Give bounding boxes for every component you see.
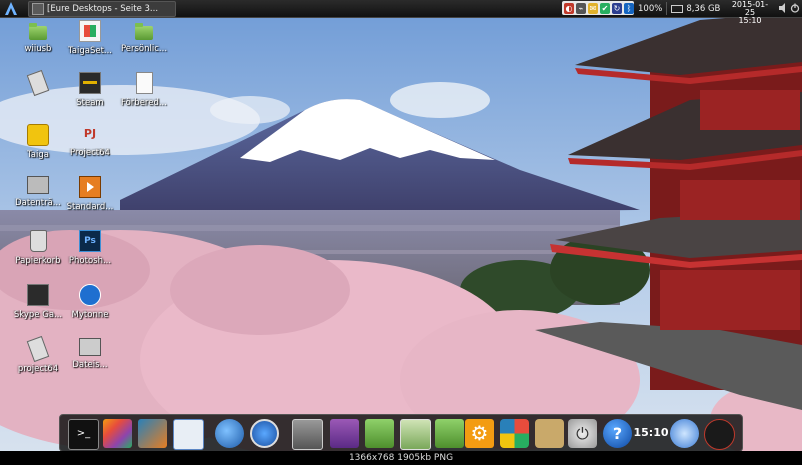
desktop-icon-wiiusb[interactable]: wiiusb bbox=[10, 20, 66, 54]
drive-icon bbox=[27, 176, 49, 194]
windows-installer-icon bbox=[79, 20, 101, 42]
desktop-icon-label: Photosh... bbox=[68, 256, 112, 266]
folder-icon bbox=[29, 23, 47, 40]
desktop-icon-label: Standard... bbox=[66, 202, 114, 212]
volume-icon[interactable] bbox=[778, 3, 788, 13]
desktop-icon-label: Datenträ... bbox=[15, 198, 61, 208]
power-icon[interactable] bbox=[790, 3, 800, 13]
download-manager-icon[interactable] bbox=[292, 419, 323, 450]
desktop-screen: [Eure Desktops - Seite 3... ◐ ⌁ ✉ ✔ ↻ ᛒ … bbox=[0, 0, 802, 465]
project64-icon: PJ bbox=[83, 127, 97, 140]
photoshop-icon: Ps bbox=[79, 230, 101, 252]
usb-drive-icon bbox=[26, 69, 50, 97]
usb-drive-icon bbox=[26, 335, 50, 363]
drive-icon bbox=[79, 338, 101, 356]
desktop-icon-label: Skype Ga... bbox=[13, 310, 63, 320]
desktop-icon-project64[interactable]: PJ Project64 bbox=[62, 124, 118, 158]
panel-clock[interactable]: 2015-01-25 15:10 bbox=[727, 0, 773, 25]
image-caption: 1366x768 1905kb PNG bbox=[0, 451, 802, 465]
audio-player-icon[interactable] bbox=[330, 419, 359, 448]
desktop-icon-label: project64 bbox=[17, 364, 59, 374]
desktop-icon-drive[interactable]: Datenträ... bbox=[10, 176, 66, 208]
network-globe-icon[interactable] bbox=[215, 419, 244, 448]
chat-icon[interactable]: ✉ bbox=[588, 2, 598, 14]
status-area: 100% 8,36 GB bbox=[638, 0, 720, 17]
skype-game-icon bbox=[27, 284, 49, 306]
windows-icon[interactable] bbox=[500, 419, 529, 448]
desktop-icon-mytonne[interactable]: Mytonne bbox=[62, 284, 118, 320]
network-icon[interactable]: ⌁ bbox=[576, 2, 586, 14]
image-viewer-icon[interactable] bbox=[138, 419, 167, 448]
update-manager-icon[interactable] bbox=[250, 419, 279, 448]
desktop-icon-label: Steam bbox=[76, 98, 104, 108]
text-document-icon bbox=[135, 72, 153, 94]
browser-icon[interactable] bbox=[670, 419, 699, 448]
bluetooth-icon[interactable]: ᛒ bbox=[624, 2, 634, 14]
trash-icon bbox=[29, 230, 47, 252]
help-icon[interactable]: ? bbox=[603, 419, 632, 448]
desktop-icon-usb[interactable] bbox=[10, 69, 66, 98]
desktop-icon-personal[interactable]: Persönlic... bbox=[116, 20, 172, 54]
desktop-icon-dateis[interactable]: Dateis... bbox=[62, 338, 118, 370]
desktop-icon-document[interactable]: Förbered... bbox=[116, 72, 172, 108]
clock-app-icon[interactable] bbox=[535, 419, 564, 448]
desktop-icon-label: Förbered... bbox=[121, 98, 167, 108]
folder-icon[interactable] bbox=[435, 419, 464, 448]
panel-time: 15:10 bbox=[738, 16, 762, 25]
system-tray: ◐ ⌁ ✉ ✔ ↻ ᛒ bbox=[562, 1, 634, 15]
taskbar-window-button[interactable]: [Eure Desktops - Seite 3... bbox=[28, 1, 176, 17]
media-player-icon bbox=[79, 176, 101, 198]
text-editor-icon[interactable] bbox=[400, 419, 431, 450]
dock-clock[interactable]: 15:10 bbox=[633, 415, 669, 451]
desktop-icon-skype-game[interactable]: Skype Ga... bbox=[10, 284, 66, 320]
desktop-icon-label: Papierkorb bbox=[15, 256, 61, 266]
desktop-icon-label: Mytonne bbox=[71, 310, 109, 320]
desktop-icon-taiga[interactable]: Taiga bbox=[10, 124, 66, 160]
desktop-icon-label: Taiga bbox=[27, 150, 49, 160]
system-monitor-icon[interactable] bbox=[704, 419, 735, 450]
desktop-icon-label: TaigaSet... bbox=[67, 46, 113, 56]
paint-icon[interactable] bbox=[103, 419, 132, 448]
desktop-icon-media-player[interactable]: Standard... bbox=[62, 176, 118, 212]
desktop-icon-label: Project64 bbox=[70, 148, 110, 158]
desktop-icon-label: Persönlic... bbox=[120, 44, 168, 54]
divider bbox=[666, 2, 668, 15]
window-title: [Eure Desktops - Seite 3... bbox=[47, 4, 159, 14]
settings-icon[interactable]: ⚙ bbox=[465, 419, 494, 448]
window-icon bbox=[32, 3, 44, 15]
top-panel: [Eure Desktops - Seite 3... ◐ ⌁ ✉ ✔ ↻ ᛒ … bbox=[0, 0, 802, 25]
desktop-icon-project64-usb[interactable]: project64 bbox=[10, 335, 66, 374]
taiga-icon bbox=[27, 124, 49, 146]
folder-icon bbox=[135, 23, 153, 40]
desktop-wallpaper bbox=[0, 0, 802, 465]
disk-free[interactable]: 8,36 GB bbox=[686, 4, 720, 14]
sync-icon[interactable]: ✔ bbox=[600, 2, 610, 14]
folder-icon[interactable] bbox=[365, 419, 394, 448]
terminal-icon[interactable]: >_ bbox=[68, 419, 99, 450]
desktop-icon-taigasetup[interactable]: TaigaSet... bbox=[62, 20, 118, 56]
battery-level[interactable]: 100% bbox=[638, 4, 662, 14]
document-viewer-icon[interactable] bbox=[173, 419, 204, 450]
power-icon[interactable]: ⏻ bbox=[568, 419, 597, 448]
steam-icon bbox=[79, 72, 101, 94]
app-menu-icon[interactable] bbox=[2, 1, 20, 16]
desktop-icon-label: wiiusb bbox=[24, 44, 52, 54]
desktop-icon-trash[interactable]: Papierkorb bbox=[10, 230, 66, 266]
desktop-icon-label: Dateis... bbox=[72, 360, 108, 370]
cpu-monitor-icon[interactable]: ◐ bbox=[564, 2, 574, 14]
update-icon[interactable]: ↻ bbox=[612, 2, 622, 14]
battery-icon bbox=[671, 4, 684, 13]
desktop-icon-photoshop[interactable]: Ps Photosh... bbox=[62, 230, 118, 266]
dock: >_ ⚙ ⏻ ? 15:10 bbox=[59, 414, 743, 452]
desktop-icon-steam[interactable]: Steam bbox=[62, 72, 118, 108]
update-app-icon bbox=[79, 284, 101, 306]
panel-date: 2015-01-25 bbox=[731, 0, 769, 17]
